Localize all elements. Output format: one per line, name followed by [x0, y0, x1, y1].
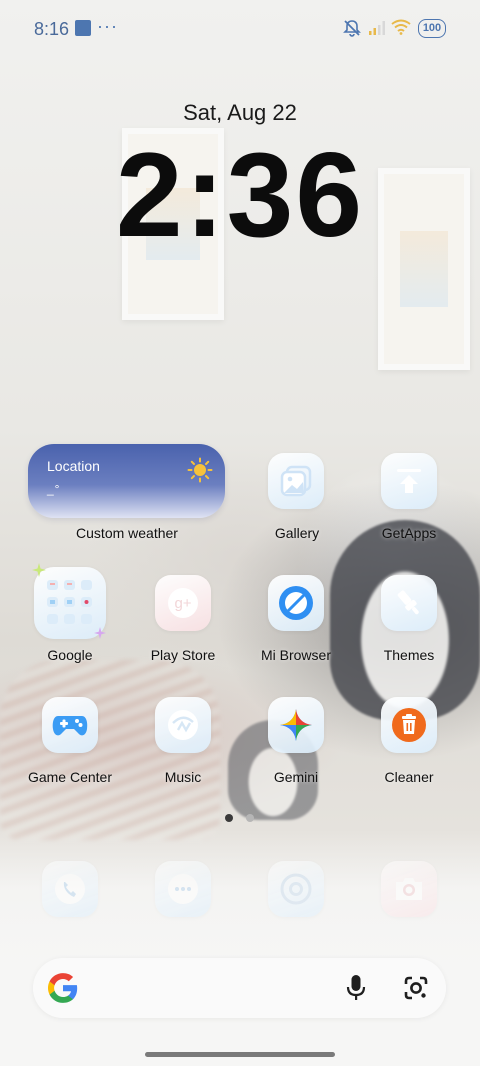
clock-time[interactable]: 2:36: [0, 125, 480, 265]
page-indicator[interactable]: [225, 809, 267, 827]
google-search-bar[interactable]: [33, 958, 446, 1018]
gallery-icon[interactable]: [268, 453, 324, 509]
themes-icon[interactable]: [381, 575, 437, 631]
wifi-icon: [391, 19, 411, 35]
play-store-icon[interactable]: g+: [155, 575, 211, 631]
app-label-themes: Themes: [383, 647, 435, 663]
app-label-cleaner: Cleaner: [384, 769, 434, 785]
status-bar: 8:16 ··· 100: [0, 0, 480, 56]
mi-browser-icon[interactable]: [268, 575, 324, 631]
gemini-icon[interactable]: [268, 697, 324, 753]
app-label-gallery: Gallery: [274, 525, 320, 541]
page-dot: [246, 814, 254, 822]
google-logo-icon: [47, 973, 78, 1003]
svg-text:g+: g+: [174, 595, 191, 612]
mute-icon: [343, 20, 361, 37]
music-icon[interactable]: [155, 697, 211, 753]
app-notification-icon: [75, 20, 91, 36]
phone-icon[interactable]: [42, 861, 98, 917]
sun-icon: [187, 457, 213, 483]
page-dot-active: [225, 814, 233, 822]
cleaner-icon[interactable]: [381, 697, 437, 753]
weather-location: Location: [47, 458, 100, 474]
app-label-game-center: Game Center: [27, 769, 113, 785]
weather-widget-label: Custom weather: [76, 525, 178, 541]
app-label-music: Music: [164, 769, 202, 785]
app-label-mi-browser: Mi Browser: [260, 647, 331, 663]
weather-temperature: _°: [47, 482, 61, 496]
app-label-getapps: GetApps: [381, 525, 437, 541]
clock-date[interactable]: Sat, Aug 22: [0, 100, 480, 126]
status-time: 8:16: [34, 19, 70, 39]
signal-icon: [369, 21, 385, 35]
google-lens-icon[interactable]: [403, 975, 429, 1001]
camera-icon[interactable]: [381, 861, 437, 917]
weather-widget[interactable]: Location _°: [28, 444, 225, 518]
getapps-icon[interactable]: [381, 453, 437, 509]
app-label-google: Google: [47, 647, 93, 663]
chrome-icon[interactable]: [268, 861, 324, 917]
app-label-gemini: Gemini: [273, 769, 319, 785]
gesture-navigation-bar[interactable]: [145, 1052, 335, 1057]
more-notifications-icon: ···: [97, 16, 118, 36]
microphone-icon[interactable]: [346, 974, 366, 1002]
game-center-icon[interactable]: [42, 697, 98, 753]
app-label-play-store: Play Store: [150, 647, 216, 663]
battery-icon: 100: [418, 19, 446, 38]
google-folder-icon[interactable]: [32, 563, 106, 639]
messages-icon[interactable]: [155, 861, 211, 917]
